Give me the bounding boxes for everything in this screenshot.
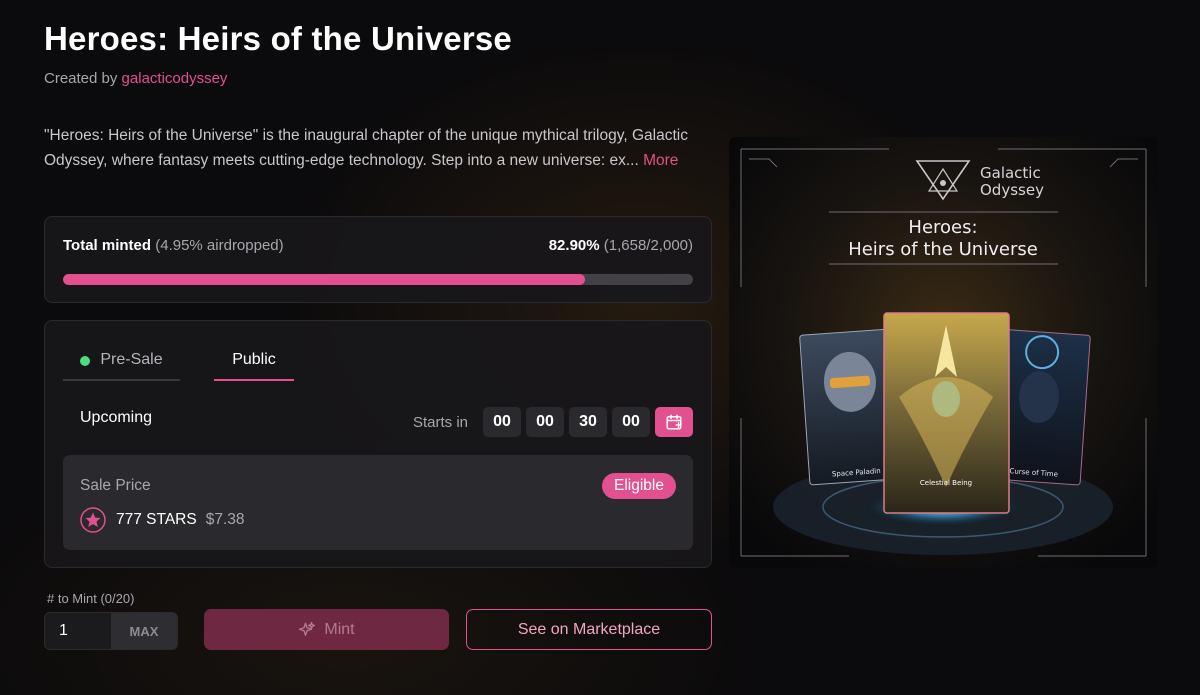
- add-to-calendar-button[interactable]: [655, 407, 693, 437]
- countdown-days: 00: [483, 407, 521, 437]
- tab-public[interactable]: Public: [214, 343, 294, 381]
- creator-link[interactable]: galacticodyssey: [122, 70, 228, 87]
- card-label-center: Celestial Being: [920, 479, 972, 487]
- mint-quantity-input[interactable]: [45, 613, 111, 649]
- total-minted-title: Total minted: [63, 237, 152, 254]
- countdown-minutes: 30: [569, 407, 607, 437]
- minted-percent: 82.90% (1,658/2,000): [549, 237, 693, 254]
- live-status-dot: [80, 356, 91, 366]
- page-title: Heroes: Heirs of the Universe: [44, 20, 512, 57]
- sale-price-box: Sale Price Eligible 777 STARS $7.38: [63, 455, 693, 550]
- minted-percent-value: 82.90%: [548, 237, 600, 254]
- sparkle-icon: [299, 621, 316, 636]
- sale-tabs: Pre-Sale Public: [63, 343, 294, 381]
- creator-line: Created by galacticodyssey: [44, 70, 227, 87]
- price-usd: $7.38: [205, 511, 245, 528]
- stars-token-icon: [80, 507, 106, 533]
- minted-progress-bar: [63, 274, 693, 285]
- countdown-seconds: 00: [612, 407, 650, 437]
- price-amount: 777 STARS: [116, 511, 197, 528]
- collection-artwork: Galactic Odyssey Heroes: Heirs of the Un…: [729, 137, 1158, 568]
- max-quantity-button[interactable]: MAX: [111, 613, 177, 649]
- created-by-label: Created by: [44, 70, 118, 87]
- total-minted-panel: Total minted (4.95% airdropped) 82.90% (…: [44, 216, 712, 303]
- artwork-title-line1: Heroes:: [908, 217, 977, 238]
- price-row: 777 STARS $7.38: [80, 507, 245, 533]
- sale-panel: Pre-Sale Public Upcoming Starts in 00 00…: [44, 320, 712, 568]
- mint-quantity-stepper: MAX: [44, 612, 178, 650]
- more-link[interactable]: More: [643, 152, 678, 169]
- collection-description: "Heroes: Heirs of the Universe" is the i…: [44, 124, 714, 174]
- minted-count: (1,658/2,000): [603, 237, 693, 254]
- artwork-title-line2: Heirs of the Universe: [848, 239, 1038, 260]
- tab-pre-sale[interactable]: Pre-Sale: [63, 343, 180, 381]
- tab-pre-sale-label: Pre-Sale: [100, 351, 163, 368]
- minted-progress-fill: [63, 274, 586, 285]
- airdrop-note: (4.95% airdropped): [155, 237, 284, 254]
- mint-quantity-label: # to Mint (0/20): [47, 591, 135, 606]
- artwork-brand-line2: Odyssey: [980, 181, 1044, 199]
- calendar-plus-icon: [666, 414, 682, 430]
- see-on-marketplace-button[interactable]: See on Marketplace: [466, 609, 712, 650]
- countdown: Starts in 00 00 30 00: [413, 407, 693, 437]
- mint-button[interactable]: Mint: [204, 609, 449, 650]
- mint-button-label: Mint: [324, 620, 355, 638]
- artwork-brand-line1: Galactic: [980, 164, 1041, 182]
- eligible-badge: Eligible: [602, 473, 676, 499]
- sale-status: Upcoming: [80, 409, 153, 426]
- starts-in-label: Starts in: [412, 413, 468, 431]
- sale-price-label: Sale Price: [80, 477, 151, 494]
- description-text: "Heroes: Heirs of the Universe" is the i…: [44, 127, 688, 169]
- collection-artwork-image: Galactic Odyssey Heroes: Heirs of the Un…: [729, 137, 1158, 568]
- total-minted-label: Total minted (4.95% airdropped): [63, 237, 284, 254]
- tab-public-label: Public: [232, 351, 276, 368]
- countdown-hours: 00: [526, 407, 564, 437]
